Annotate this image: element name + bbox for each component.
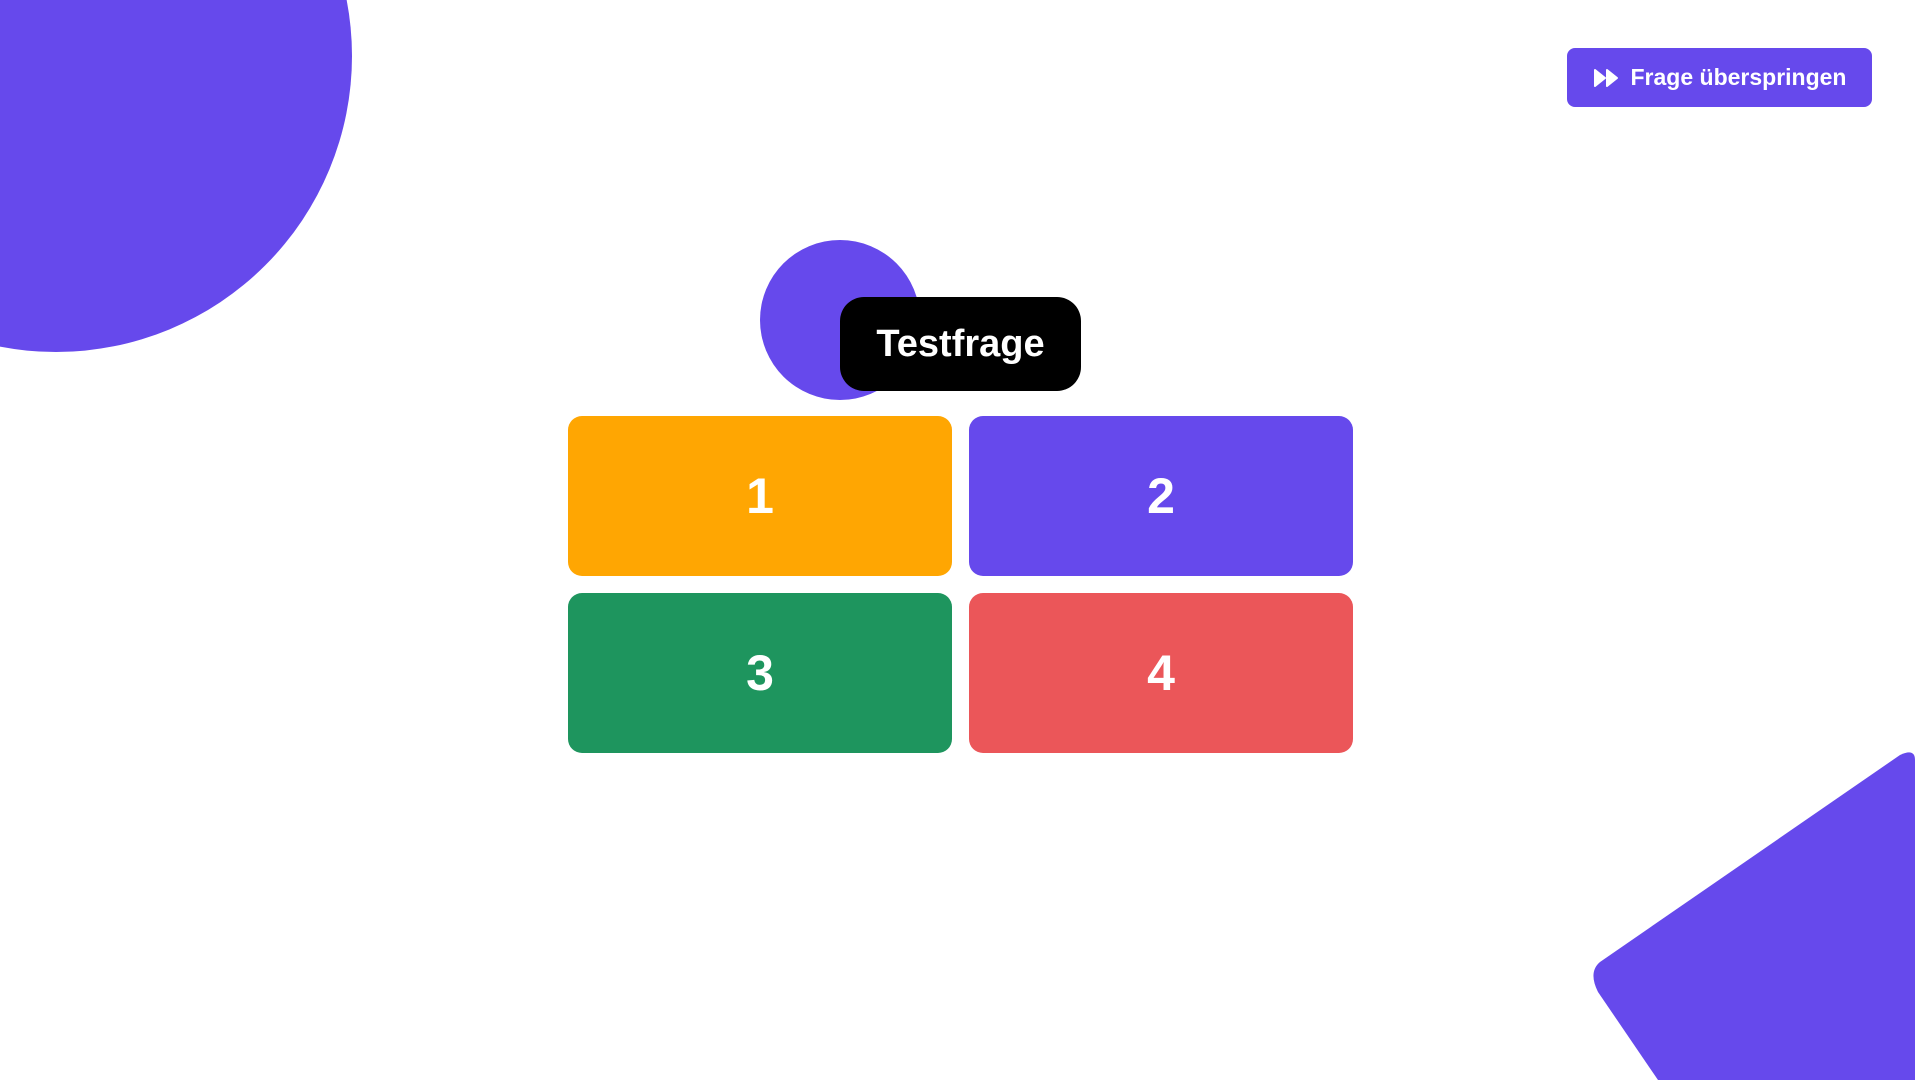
decorative-circle bbox=[0, 0, 352, 352]
quiz-screen: Frage überspringen Testfrage 1 2 3 4 bbox=[0, 0, 1915, 1080]
skip-question-label: Frage überspringen bbox=[1630, 64, 1847, 90]
answer-grid: 1 2 3 4 bbox=[568, 416, 1353, 753]
answer-label: 1 bbox=[746, 468, 774, 524]
answer-tile-2[interactable]: 2 bbox=[969, 416, 1353, 576]
skip-question-button[interactable]: Frage überspringen bbox=[1567, 48, 1872, 107]
answer-tile-1[interactable]: 1 bbox=[568, 416, 952, 576]
answer-tile-3[interactable]: 3 bbox=[568, 593, 952, 753]
answer-label: 3 bbox=[746, 645, 774, 701]
question-text: Testfrage bbox=[840, 297, 1081, 391]
answer-label: 2 bbox=[1147, 468, 1175, 524]
answer-label: 4 bbox=[1147, 645, 1175, 701]
answer-tile-4[interactable]: 4 bbox=[969, 593, 1353, 753]
fast-forward-icon bbox=[1593, 68, 1621, 88]
